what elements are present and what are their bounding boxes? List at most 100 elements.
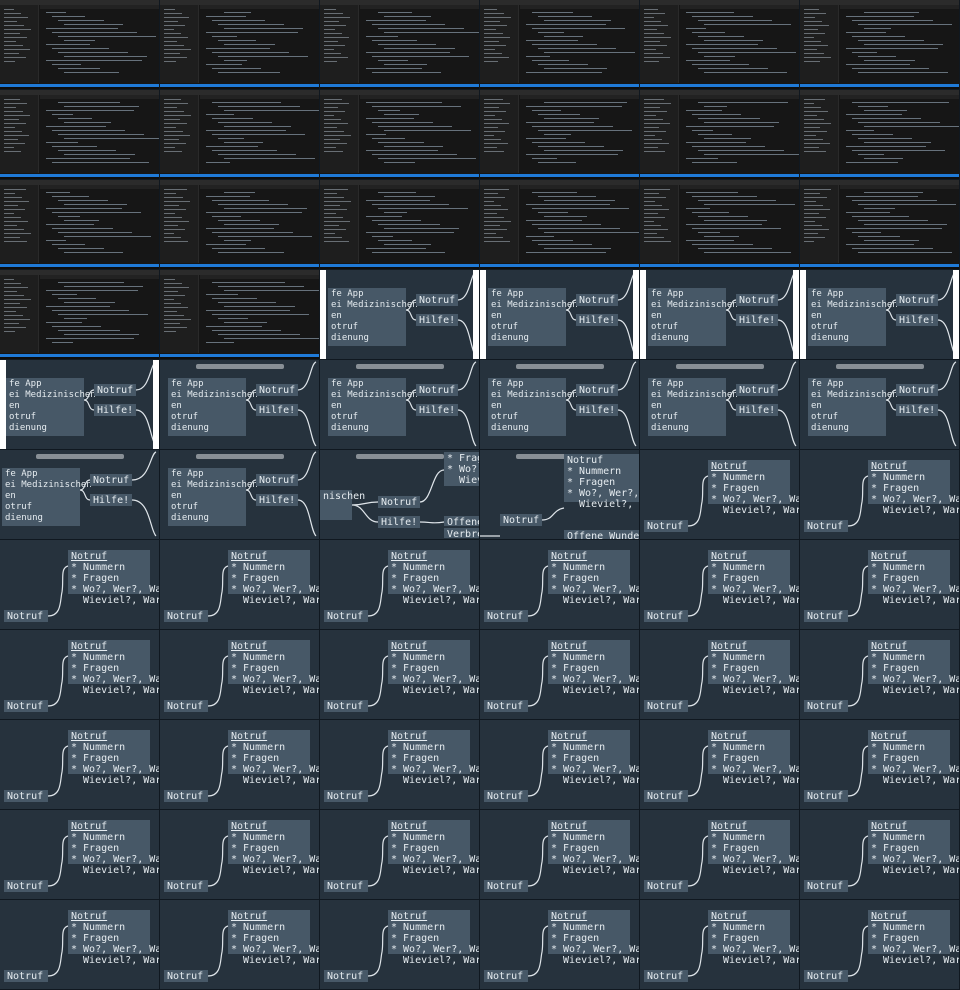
explorer-item[interactable]: [164, 61, 176, 62]
explorer-item[interactable]: [4, 111, 23, 112]
editor-tabs[interactable]: [840, 185, 959, 189]
explorer-item[interactable]: [644, 21, 661, 22]
explorer-item[interactable]: [4, 307, 27, 308]
mind-map-thumbnail[interactable]: Notruf* Nummern* Fragen* Wo?, Wer?, Was?…: [640, 810, 800, 900]
explorer-item[interactable]: [324, 103, 349, 104]
explorer-item[interactable]: [484, 131, 505, 132]
explorer-item[interactable]: [4, 331, 15, 332]
explorer-item[interactable]: [164, 299, 174, 300]
notruf-detail-node[interactable]: Notruf* Nummern* Fragen* Wo?, Wer?, Was?…: [868, 640, 959, 696]
hilfe-node[interactable]: Hilfe!: [256, 404, 298, 416]
explorer-item[interactable]: [4, 37, 27, 38]
file-explorer[interactable]: [320, 5, 359, 83]
explorer-item[interactable]: [324, 209, 347, 210]
explorer-item[interactable]: [324, 111, 345, 112]
hilfe-node[interactable]: Hilfe!: [736, 404, 778, 416]
file-explorer[interactable]: [640, 5, 679, 83]
notruf-detail-node[interactable]: Notruf* Nummern* Fragen* Wo?, Wer?, Was?…: [868, 550, 959, 606]
notruf-detail-node[interactable]: Notruf* Nummern* Fragen* Wo?, Wer?, Was?…: [228, 910, 319, 966]
file-explorer[interactable]: [480, 185, 519, 263]
notruf-node[interactable]: Notruf: [644, 880, 688, 892]
notruf-node[interactable]: Notruf: [484, 790, 528, 802]
explorer-item[interactable]: [4, 49, 30, 50]
explorer-item[interactable]: [324, 221, 350, 222]
editor-tabs[interactable]: [680, 95, 799, 99]
explorer-item[interactable]: [644, 115, 656, 116]
explorer-item[interactable]: [324, 197, 344, 198]
explorer-item[interactable]: [804, 119, 824, 120]
explorer-item[interactable]: [4, 25, 24, 26]
explorer-item[interactable]: [164, 115, 191, 116]
notruf-node[interactable]: Notruf: [500, 514, 542, 526]
editor-tabs[interactable]: [40, 5, 159, 9]
notruf-detail-node[interactable]: Notruf* Nummern* Fragen* Wo?, Wer?, Was?…: [708, 550, 799, 606]
explorer-item[interactable]: [484, 139, 501, 140]
hilfe-node[interactable]: Hilfe!: [94, 404, 136, 416]
explorer-item[interactable]: [164, 33, 181, 34]
explorer-item[interactable]: [484, 143, 508, 144]
file-explorer[interactable]: [800, 95, 839, 173]
explorer-item[interactable]: [164, 49, 191, 50]
explorer-item[interactable]: [644, 41, 660, 42]
explorer-item[interactable]: [804, 233, 818, 234]
notruf-node[interactable]: Notruf: [484, 610, 528, 622]
explorer-item[interactable]: [644, 209, 669, 210]
explorer-item[interactable]: [804, 21, 822, 22]
explorer-item[interactable]: [4, 315, 23, 316]
code-editor-thumbnail[interactable]: [640, 90, 800, 180]
code-editor-thumbnail[interactable]: [0, 0, 160, 90]
explorer-item[interactable]: [484, 217, 504, 218]
code-editor-thumbnail[interactable]: [160, 180, 320, 270]
mind-map-thumbnail[interactable]: Notruf* Nummern* Fragen* Wo?, Wer?, Was?…: [160, 540, 320, 630]
notruf-detail-node[interactable]: Notruf* Nummern* Fragen* Wo?, Wer?, Was?…: [388, 820, 479, 876]
explorer-item[interactable]: [324, 237, 342, 238]
notruf-node[interactable]: Notruf: [164, 700, 208, 712]
explorer-item[interactable]: [4, 143, 25, 144]
explorer-item[interactable]: [644, 17, 654, 18]
explorer-item[interactable]: [804, 189, 831, 190]
mind-map-thumbnail[interactable]: fe App ei Medizinischen en otruf dienung Notr…: [640, 360, 800, 450]
explorer-item[interactable]: [324, 33, 342, 34]
explorer-item[interactable]: [804, 151, 826, 152]
notruf-detail-node[interactable]: Notruf* Nummern* Fragen* Wo?, Wer?, Was?…: [548, 820, 639, 876]
explorer-item[interactable]: [644, 111, 667, 112]
main-topic-node[interactable]: fe App ei Medizinischen en otruf dienung: [648, 378, 738, 436]
explorer-item[interactable]: [164, 13, 182, 14]
explorer-item[interactable]: [4, 217, 21, 218]
notruf-node[interactable]: Notruf: [164, 970, 208, 982]
explorer-item[interactable]: [4, 225, 17, 226]
explorer-item[interactable]: [324, 53, 341, 54]
explorer-item[interactable]: [164, 303, 181, 304]
explorer-item[interactable]: [804, 229, 829, 230]
explorer-item[interactable]: [804, 41, 821, 42]
code-editor-thumbnail[interactable]: [480, 90, 640, 180]
explorer-item[interactable]: [324, 17, 350, 18]
explorer-item[interactable]: [644, 29, 657, 30]
explorer-item[interactable]: [164, 193, 176, 194]
explorer-item[interactable]: [804, 143, 830, 144]
explorer-item[interactable]: [164, 217, 182, 218]
explorer-item[interactable]: [484, 221, 511, 222]
explorer-item[interactable]: [324, 127, 337, 128]
explorer-item[interactable]: [164, 319, 191, 320]
notruf-detail-node[interactable]: Notruf* Nummern* Fragen* Wo?, Wer?, Was?…: [548, 550, 639, 606]
mind-map-thumbnail[interactable]: fe App ei Medizinischen en otruf dienung Notr…: [320, 270, 480, 360]
explorer-item[interactable]: [4, 29, 31, 30]
explorer-item[interactable]: [644, 25, 668, 26]
hilfe-node[interactable]: Hilfe!: [378, 516, 420, 528]
explorer-item[interactable]: [644, 241, 671, 242]
explorer-item[interactable]: [4, 279, 14, 280]
explorer-item[interactable]: [324, 131, 344, 132]
explorer-item[interactable]: [164, 213, 175, 214]
explorer-item[interactable]: [4, 135, 29, 136]
explorer-item[interactable]: [164, 17, 189, 18]
explorer-item[interactable]: [804, 217, 826, 218]
editor-tabs[interactable]: [40, 185, 159, 189]
explorer-item[interactable]: [484, 21, 500, 22]
explorer-item[interactable]: [324, 233, 335, 234]
explorer-item[interactable]: [484, 213, 497, 214]
code-editor-thumbnail[interactable]: [160, 90, 320, 180]
editor-tabs[interactable]: [840, 5, 959, 9]
mind-map-thumbnail[interactable]: fe App ei Medizinischen en otruf dienung Notr…: [0, 450, 160, 540]
code-editor-thumbnail[interactable]: [480, 180, 640, 270]
